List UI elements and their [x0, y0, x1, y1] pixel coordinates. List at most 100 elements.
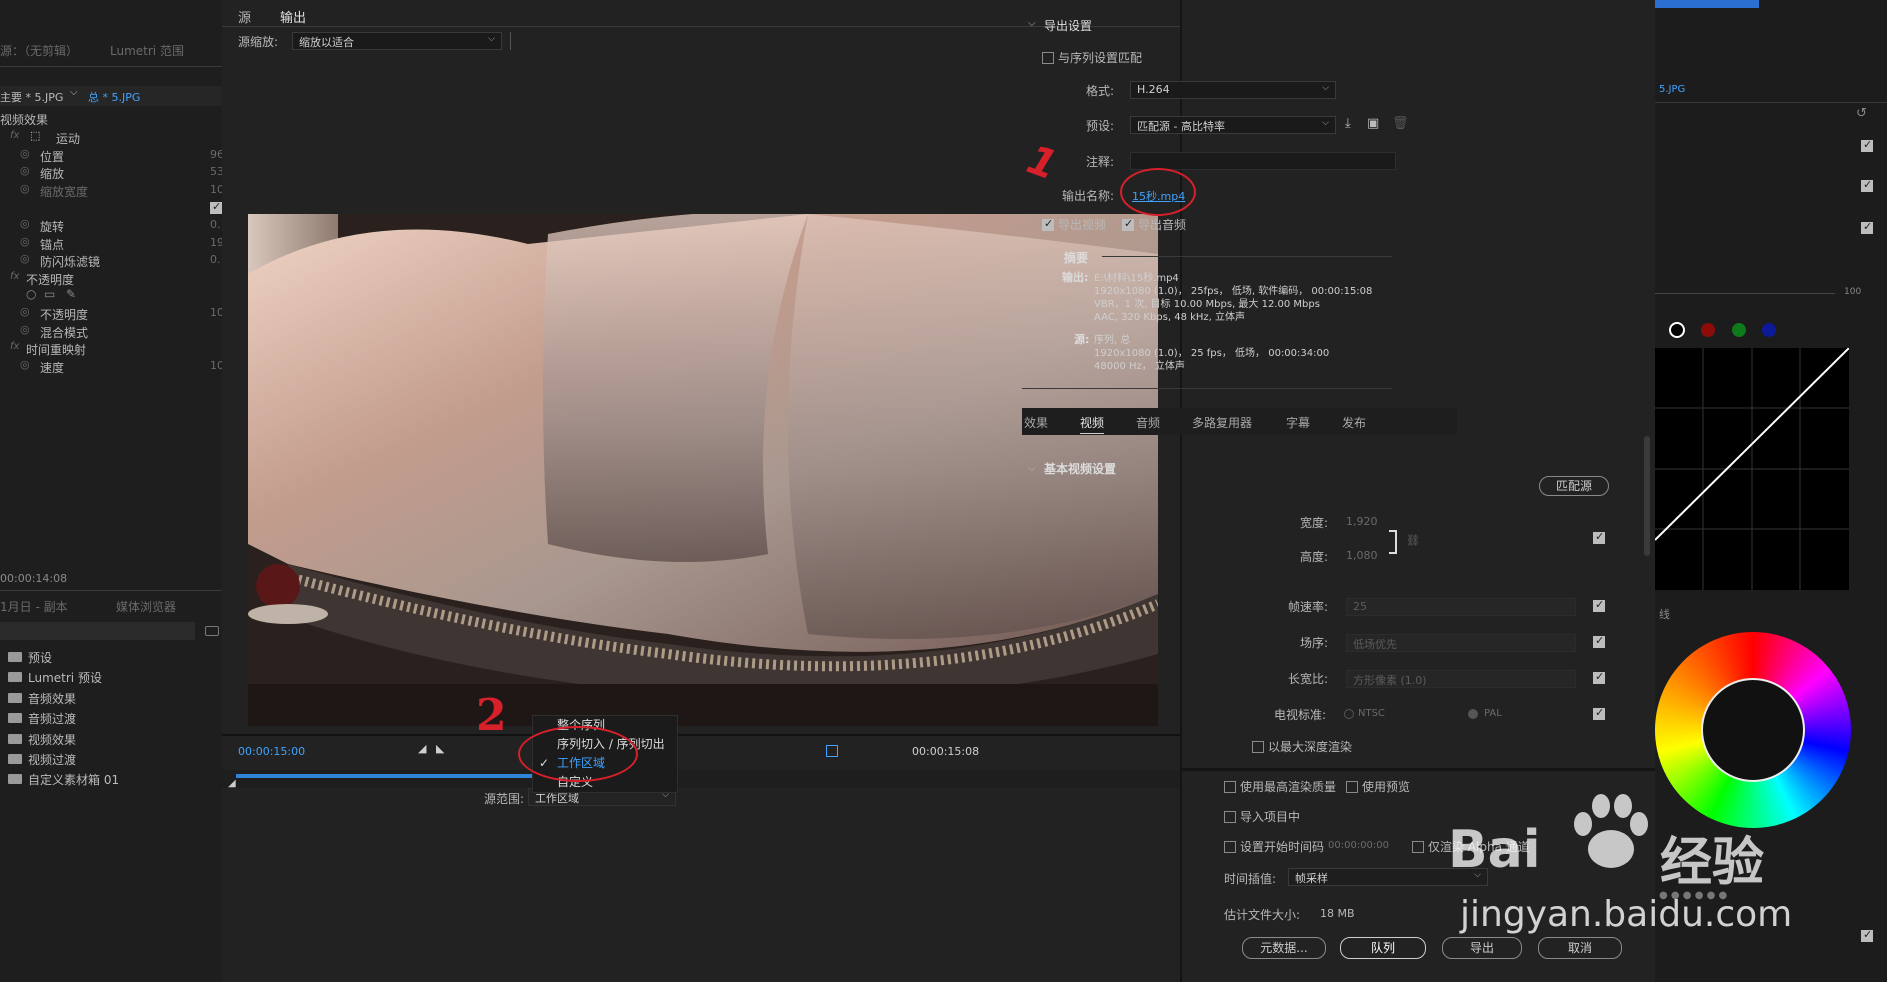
aspect-checkbox[interactable]: [1593, 670, 1605, 684]
framerate-select[interactable]: 25: [1346, 598, 1576, 616]
chevron-down-icon[interactable]: ⌵: [1028, 463, 1036, 474]
metadata-button[interactable]: 元数据...: [1242, 937, 1326, 959]
lumetri-checkbox-4[interactable]: [1861, 928, 1873, 942]
match-source-button[interactable]: 匹配源: [1539, 476, 1609, 496]
project-folder-item[interactable]: 自定义素材箱 01: [0, 770, 222, 788]
height-value[interactable]: 1,080: [1346, 549, 1378, 562]
mark-out-icon[interactable]: ◣: [436, 742, 444, 755]
effect-row[interactable]: ◎ 旋转 0.: [0, 217, 222, 235]
chevron-down-icon[interactable]: ⌵: [1048, 252, 1056, 263]
lumetri-checkbox-3[interactable]: [1861, 220, 1873, 234]
effect-row[interactable]: ○ ▭ ✎: [0, 287, 222, 305]
stopwatch-icon[interactable]: ◎: [20, 164, 30, 177]
width-value[interactable]: 1,920: [1346, 515, 1378, 528]
uniform-scale-checkbox[interactable]: [210, 200, 222, 215]
project-tab[interactable]: 1月日 - 副本: [0, 598, 68, 615]
lumetri-slider[interactable]: [1655, 293, 1835, 294]
stopwatch-icon[interactable]: ◎: [20, 217, 30, 230]
start-timecode-value[interactable]: 00:00:00:00: [1328, 840, 1389, 851]
media-browser-tab[interactable]: 媒体浏览器: [116, 598, 176, 615]
pen-mask-icon[interactable]: ✎: [66, 287, 76, 301]
left-tab-lumetri[interactable]: Lumetri 范围: [110, 42, 184, 59]
source-scaling-select[interactable]: 缩放以适合 ⌵: [292, 32, 502, 50]
effect-row[interactable]: fx 时间重映射: [0, 341, 222, 358]
white-channel-swatch[interactable]: [1669, 322, 1685, 338]
effect-value[interactable]: 0.: [210, 218, 221, 231]
start-timecode-checkbox[interactable]: [1224, 841, 1236, 853]
bin-icon[interactable]: [205, 626, 219, 636]
stopwatch-icon[interactable]: ◎: [20, 305, 30, 318]
effect-row[interactable]: fx 不透明度: [0, 271, 222, 288]
tv-standard-checkbox[interactable]: [1593, 706, 1605, 720]
import-preset-icon[interactable]: ▣: [1367, 116, 1379, 131]
fx-icon[interactable]: fx: [10, 130, 19, 141]
field-order-select[interactable]: 低场优先: [1346, 634, 1576, 652]
ellipse-mask-icon[interactable]: ○: [26, 287, 36, 301]
max-render-quality-checkbox[interactable]: [1224, 781, 1236, 793]
lumetri-checkbox-2[interactable]: [1861, 178, 1873, 192]
import-project-checkbox[interactable]: [1224, 811, 1236, 823]
export-audio-checkbox[interactable]: [1122, 217, 1134, 231]
effect-row[interactable]: ◎ 混合模式: [0, 323, 222, 341]
stopwatch-icon[interactable]: ◎: [20, 147, 30, 160]
effect-row[interactable]: ◎ 锚点 19: [0, 235, 224, 253]
clip-tab-sequence[interactable]: 总 * 5.JPG: [88, 89, 140, 105]
pal-radio[interactable]: [1468, 709, 1478, 719]
stopwatch-icon[interactable]: ◎: [20, 235, 30, 248]
stopwatch-icon[interactable]: ◎: [20, 182, 30, 195]
effect-value[interactable]: 0.: [210, 253, 221, 266]
queue-button[interactable]: 队列: [1340, 937, 1426, 959]
video-tab[interactable]: 效果: [1024, 414, 1048, 431]
mark-in-icon[interactable]: ◢: [418, 742, 426, 755]
delete-preset-icon[interactable]: 🗑: [1392, 116, 1409, 131]
blue-channel-swatch[interactable]: [1762, 323, 1776, 337]
project-folder-item[interactable]: Lumetri 预设: [0, 668, 222, 686]
cancel-button[interactable]: 取消: [1538, 937, 1622, 959]
stopwatch-icon[interactable]: ◎: [20, 323, 30, 336]
project-folder-item[interactable]: 预设: [0, 648, 222, 666]
video-tab[interactable]: 发布: [1342, 414, 1366, 431]
effect-row[interactable]: ◎ 防闪烁滤镜 0.: [0, 252, 222, 270]
lumetri-checkbox-1[interactable]: [1861, 138, 1873, 152]
settings-scrollbar[interactable]: [1644, 436, 1650, 556]
chain-link-icon[interactable]: ⛓: [1406, 534, 1420, 547]
playhead-icon[interactable]: ◢: [228, 778, 236, 789]
work-area-bar[interactable]: [236, 774, 556, 778]
comment-input[interactable]: [1130, 152, 1396, 170]
export-button[interactable]: 导出: [1442, 937, 1522, 959]
effect-row[interactable]: ◎ 位置 96: [0, 147, 224, 165]
ntsc-radio[interactable]: [1344, 709, 1354, 719]
project-folder-item[interactable]: 音频过渡: [0, 709, 222, 727]
video-tab[interactable]: 音频: [1136, 414, 1160, 431]
project-folder-item[interactable]: 视频效果: [0, 730, 222, 748]
timeline-track[interactable]: [222, 770, 1180, 788]
field-order-checkbox[interactable]: [1593, 634, 1605, 648]
red-channel-swatch[interactable]: [1701, 323, 1715, 337]
project-folder-item[interactable]: 视频过渡: [0, 750, 222, 768]
effect-row[interactable]: ◎ 速度 10: [0, 358, 224, 376]
hue-wheel[interactable]: [1655, 632, 1851, 828]
project-search-input[interactable]: [0, 622, 195, 640]
framerate-checkbox[interactable]: [1593, 598, 1605, 612]
fit-icon[interactable]: [826, 745, 838, 757]
effect-row[interactable]: ◎ 不透明度 10: [0, 305, 224, 323]
match-sequence-checkbox[interactable]: [1042, 52, 1054, 64]
reset-icon[interactable]: ↺: [1856, 106, 1867, 121]
format-select[interactable]: H.264 ⌵: [1130, 81, 1336, 99]
rect-mask-icon[interactable]: ▭: [44, 287, 55, 301]
video-tab[interactable]: 字幕: [1286, 414, 1310, 431]
alpha-only-checkbox[interactable]: [1412, 841, 1424, 853]
fx-icon[interactable]: fx: [10, 341, 19, 352]
width-match-checkbox[interactable]: [1593, 530, 1605, 544]
use-previews-checkbox[interactable]: [1346, 781, 1358, 793]
effect-row[interactable]: ◎ 缩放 53: [0, 164, 224, 182]
left-tab-source[interactable]: 源：（无剪辑）: [0, 42, 78, 59]
aspect-select[interactable]: 方形像素 (1.0): [1346, 670, 1576, 688]
preset-select[interactable]: 匹配源 - 高比特率 ⌵: [1130, 116, 1336, 134]
clip-tab-master[interactable]: 主要 * 5.JPG: [0, 89, 63, 105]
max-depth-checkbox[interactable]: [1252, 741, 1264, 753]
fx-icon[interactable]: fx: [10, 271, 19, 282]
tab-source[interactable]: 源: [238, 7, 251, 26]
green-channel-swatch[interactable]: [1732, 323, 1746, 337]
tab-output[interactable]: 输出: [280, 7, 307, 27]
